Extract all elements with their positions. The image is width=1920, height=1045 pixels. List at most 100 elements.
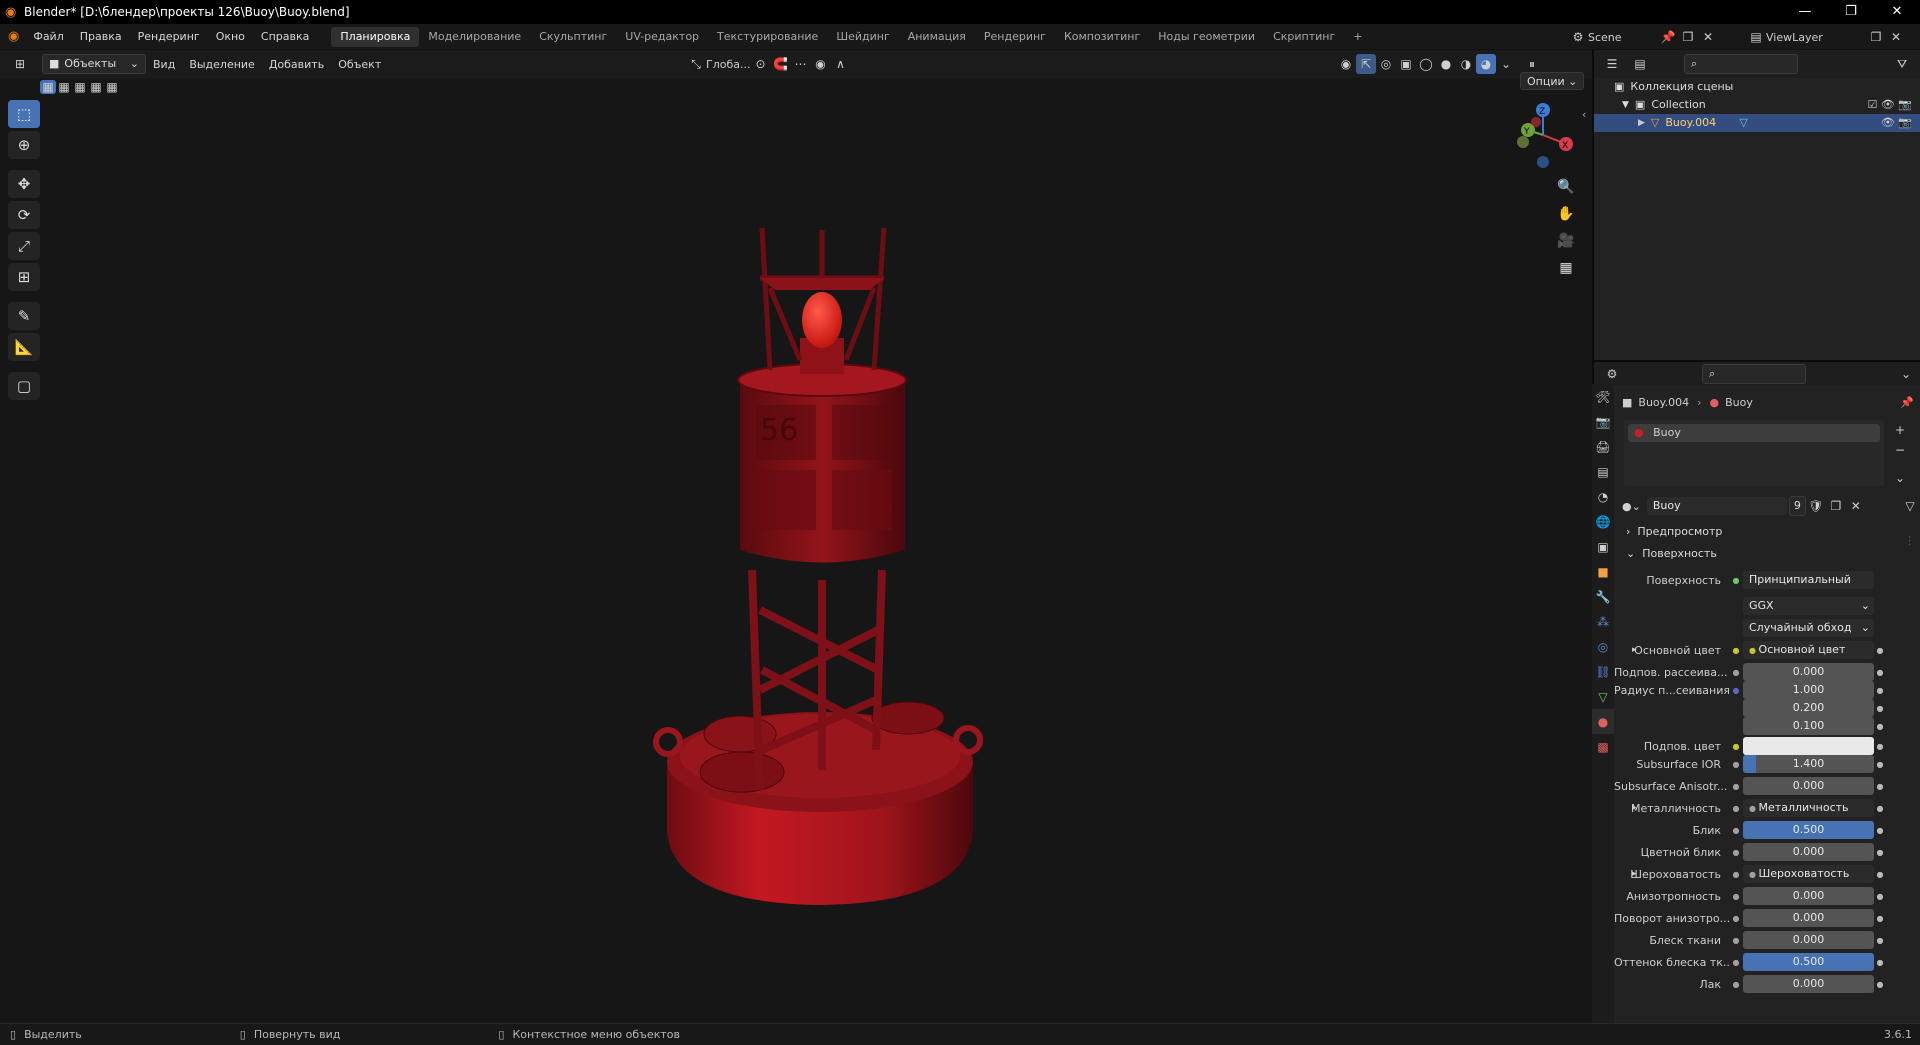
socket-icon[interactable]: ● [1729, 980, 1743, 989]
keyframe-icon[interactable]: ● [1874, 826, 1886, 835]
proportional-edit-icon[interactable]: ◉ [810, 54, 830, 74]
pause-render-icon[interactable]: ⏸ [1522, 54, 1542, 74]
menu-view[interactable]: Вид [146, 58, 182, 71]
transform-orientation[interactable]: ⤡ Глоба... ⊙ 🧲 ⋯ ◉ ∧ [686, 54, 850, 74]
numeric-slider[interactable]: 0.500 [1743, 821, 1874, 839]
material-tab-icon[interactable]: ● [1592, 709, 1614, 734]
add-cube-tool-icon[interactable]: ▢ [8, 372, 40, 400]
preview-section[interactable]: › Предпросмотр [1614, 522, 1920, 542]
filter-icon[interactable]: ⛛ [1892, 54, 1912, 74]
socket-icon[interactable]: ● [1729, 782, 1743, 791]
constraints-tab-icon[interactable]: ⛓ [1592, 659, 1614, 684]
subsurface-method-dropdown[interactable]: Случайный обход ⌄ [1743, 619, 1874, 637]
tab-texture-paint[interactable]: Текстурирование [708, 27, 827, 47]
linked-input-field[interactable]: ● Основной цвет [1743, 641, 1874, 659]
select-new-icon[interactable]: ▦ [40, 80, 56, 94]
chevron-down-icon[interactable]: ⌄ [1896, 364, 1916, 384]
material-shading-icon[interactable]: ◑ [1456, 54, 1476, 74]
keyframe-icon[interactable]: ● [1874, 958, 1886, 967]
navigation-gizmo[interactable]: Z X Y [1508, 100, 1578, 170]
delete-scene-icon[interactable]: ✕ [1698, 27, 1718, 47]
numeric-slider[interactable]: 1.400 [1743, 755, 1874, 773]
scene-selector[interactable]: ⚙ Scene 📌 ❐ ✕ [1568, 27, 1718, 47]
solid-shading-icon[interactable]: ● [1436, 54, 1456, 74]
menu-add[interactable]: Добавить [262, 58, 331, 71]
pin-icon[interactable]: 📌 [1900, 396, 1914, 409]
world-tab-icon[interactable]: 🌐 [1592, 509, 1614, 534]
tab-uv-editing[interactable]: UV-редактор [616, 27, 708, 47]
zoom-icon[interactable]: 🔍 [1556, 176, 1576, 198]
object-row-buoy[interactable]: ▶ ▽ Buoy.004 ▽ 👁 📷 [1594, 114, 1920, 132]
user-count[interactable]: 9 [1788, 496, 1806, 516]
outliner-editor-icon[interactable]: ☰ [1602, 54, 1622, 74]
numeric-slider[interactable]: 0.000 [1743, 975, 1874, 993]
overlays-icon[interactable]: ◎ [1376, 54, 1396, 74]
numeric-slider[interactable]: 0.000 [1743, 843, 1874, 861]
visibility-icon[interactable]: ◉ [1336, 54, 1356, 74]
browse-material-icon[interactable]: ●⌄ [1622, 500, 1641, 513]
object-visibility-icons[interactable]: 👁 📷 [1881, 114, 1912, 132]
new-scene-icon[interactable]: ❐ [1678, 27, 1698, 47]
socket-icon[interactable]: ● [1729, 646, 1743, 655]
cursor-tool-icon[interactable]: ⊕ [8, 131, 40, 159]
view-layer-tab-icon[interactable]: ▤ [1592, 459, 1614, 484]
collection-tab-icon[interactable]: ▣ [1592, 534, 1614, 559]
tab-compositing[interactable]: Композитинг [1055, 27, 1149, 47]
properties-search-input[interactable]: ⌕ [1702, 364, 1806, 384]
select-invert-icon[interactable]: ▦ [88, 80, 104, 94]
display-mode-icon[interactable]: ▤ [1630, 54, 1650, 74]
keyframe-icon[interactable]: ● [1874, 980, 1886, 989]
section-drag-handle[interactable]: ⋮⋮ [1904, 534, 1920, 547]
socket-icon[interactable]: ● [1729, 936, 1743, 945]
physics-tab-icon[interactable]: ◎ [1592, 634, 1614, 659]
keyframe-icon[interactable]: ● [1874, 782, 1886, 791]
material-name-input[interactable]: Buoy [1646, 497, 1787, 515]
measure-tool-icon[interactable]: 📐 [8, 333, 40, 361]
data-tab-icon[interactable]: ▽ [1592, 684, 1614, 709]
delete-viewlayer-icon[interactable]: ✕ [1886, 27, 1906, 47]
expand-arrow-icon[interactable]: ▶ [1638, 114, 1645, 132]
socket-icon[interactable]: ● [1729, 914, 1743, 923]
keyframe-icon[interactable]: ● [1874, 704, 1886, 713]
rendered-shading-icon[interactable]: ◕ [1476, 54, 1496, 74]
keyframe-icon[interactable]: ● [1874, 870, 1886, 879]
perspective-grid-icon[interactable]: ▦ [1556, 257, 1576, 279]
maximize-button[interactable]: ❐ [1828, 0, 1874, 24]
tab-animation[interactable]: Анимация [899, 27, 975, 47]
falloff-icon[interactable]: ∧ [830, 54, 850, 74]
numeric-slider[interactable]: 0.500 [1743, 953, 1874, 971]
scene-name[interactable]: Scene [1588, 31, 1658, 44]
keyframe-icon[interactable]: ● [1874, 936, 1886, 945]
camera-icon[interactable]: 🎥 [1556, 230, 1576, 252]
shading-options-icon[interactable]: ⌄ [1496, 54, 1516, 74]
socket-icon[interactable]: ● [1729, 958, 1743, 967]
distribution-dropdown[interactable]: GGX ⌄ [1743, 597, 1874, 615]
tab-layout[interactable]: Планировка [331, 26, 420, 47]
socket-icon[interactable]: ● [1729, 760, 1743, 769]
scale-tool-icon[interactable]: ⤢ [8, 232, 40, 260]
slot-menu-icon[interactable]: ⌄ [1890, 468, 1910, 488]
menu-object[interactable]: Объект [331, 58, 388, 71]
keyframe-icon[interactable]: ● [1874, 804, 1886, 813]
keyframe-icon[interactable]: ● [1874, 914, 1886, 923]
minimize-button[interactable]: — [1782, 0, 1828, 24]
numeric-slider[interactable]: 0.000 [1743, 663, 1874, 681]
menu-render[interactable]: Рендеринг [130, 30, 208, 43]
texture-tab-icon[interactable]: ▩ [1592, 734, 1614, 759]
sidebar-toggle-icon[interactable]: ‹ [1582, 108, 1586, 121]
tab-sculpting[interactable]: Скульптинг [530, 27, 616, 47]
remove-slot-icon[interactable]: − [1890, 440, 1910, 460]
annotate-tool-icon[interactable]: ✎ [8, 302, 40, 330]
keyframe-icon[interactable]: ● [1874, 892, 1886, 901]
gizmo-toggle-icon[interactable]: ⇱ [1356, 54, 1376, 74]
numeric-slider[interactable]: 0.100 [1743, 717, 1874, 735]
tab-rendering[interactable]: Рендеринг [975, 27, 1055, 47]
tab-shading[interactable]: Шейдинг [827, 27, 898, 47]
blender-menu-icon[interactable]: ◉ [8, 29, 19, 44]
scene-collection-row[interactable]: ▣ Коллекция сцены [1594, 78, 1920, 96]
socket-icon[interactable]: ● [1729, 804, 1743, 813]
tab-geometry-nodes[interactable]: Ноды геометрии [1149, 27, 1264, 47]
select-subtract-icon[interactable]: ▦ [72, 80, 88, 94]
output-tab-icon[interactable]: 🖨 [1592, 434, 1614, 459]
scene-tab-icon[interactable]: ◔ [1592, 484, 1614, 509]
